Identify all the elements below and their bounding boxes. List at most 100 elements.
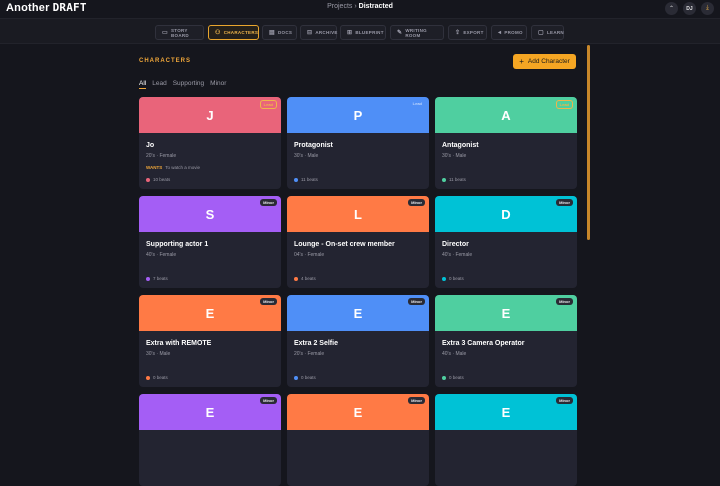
character-card[interactable]: E Minor Extra with REMOTE 30's · Male 0 beat… — [139, 295, 281, 387]
role-badge: Minor — [408, 397, 425, 404]
tab-docs[interactable]: ▤ DOCS — [262, 25, 297, 40]
character-card[interactable]: J Lead Jo 20's · Female WANTS To watch a movi… — [139, 97, 281, 189]
tab-label: ARCHIVE — [315, 30, 338, 35]
card-header: E Minor — [287, 394, 429, 430]
character-card[interactable]: A Lead Antagonist 30's · Male 11 beats — [435, 97, 577, 189]
filter-all[interactable]: All — [139, 80, 147, 89]
tab-label: EXPORT — [463, 30, 484, 35]
character-name: Extra with REMOTE — [146, 340, 212, 347]
add-character-label: Add Character — [527, 58, 570, 65]
card-header: J Lead — [139, 97, 281, 133]
character-name: Protagonist — [294, 142, 333, 149]
tab-icon: ⊞ — [347, 30, 353, 36]
tab-icon: ⊟ — [307, 30, 313, 36]
character-name: Extra 2 Selfie — [294, 340, 338, 347]
tab-label: BLUEPRINT — [355, 30, 384, 35]
tab-label: DOCS — [277, 30, 293, 35]
tab-label: PROMO — [504, 30, 523, 35]
beats-count: 11 beats — [294, 177, 318, 182]
character-card[interactable]: E Minor Extra 2 Selfie 20's · Female 0 beats — [287, 295, 429, 387]
color-dot-icon — [294, 276, 298, 281]
chevron-up-icon: ⌃ — [668, 6, 675, 12]
tab-story-board[interactable]: ▭ STORY BOARD — [155, 25, 204, 40]
character-initial: L — [354, 206, 362, 222]
role-badge: Lead — [259, 100, 277, 109]
tab-label: WRITING ROOM — [405, 27, 427, 38]
scrollbar-thumb[interactable] — [587, 45, 590, 240]
chevron-up-button[interactable]: ⌃ — [665, 2, 678, 15]
section-nav: ▭ STORY BOARD ⚇ CHARACTERS ▤ DOCS ⊟ ARCHIVE ⊞ BLU… — [0, 18, 720, 44]
role-badge: Minor — [556, 298, 573, 305]
character-initial: E — [353, 404, 363, 420]
breadcrumb-current: Distracted — [358, 3, 393, 10]
character-initial: P — [353, 107, 363, 123]
character-name: Extra 3 Camera Operator — [442, 340, 525, 347]
filter-minor[interactable]: Minor — [210, 80, 226, 89]
beats-count: 0 beats — [294, 375, 316, 380]
beats-label: 0 beats — [153, 375, 168, 380]
breadcrumb: Projects › Distracted — [0, 3, 720, 10]
character-name: Lounge - On-set crew member — [294, 241, 395, 248]
character-initial: J — [206, 107, 214, 123]
role-badge: Minor — [556, 397, 573, 404]
beats-count: 10 beats — [146, 177, 170, 182]
user-avatar[interactable]: DJ — [683, 2, 696, 15]
tab-promo[interactable]: ◂ PROMO — [491, 25, 527, 40]
tab-archive[interactable]: ⊟ ARCHIVE — [300, 25, 337, 40]
character-name: Antagonist — [442, 142, 479, 149]
role-badge: Lead — [412, 101, 422, 106]
character-initial: E — [205, 305, 215, 321]
beats-label: 0 beats — [301, 375, 316, 380]
plus-icon: + — [519, 57, 524, 66]
add-character-button[interactable]: + Add Character — [513, 54, 576, 69]
filter-supporting[interactable]: Supporting — [173, 80, 204, 89]
character-name: Supporting actor 1 — [146, 241, 209, 248]
tab-label: LEARN — [546, 30, 564, 35]
character-initial: E — [205, 404, 215, 420]
tab-icon: ✎ — [397, 30, 403, 36]
character-card[interactable]: S Minor Supporting actor 1 40's · Female 7 b… — [139, 196, 281, 288]
color-dot-icon — [294, 177, 298, 182]
role-badge: Minor — [260, 397, 277, 404]
breadcrumb-parent[interactable]: Projects — [327, 3, 352, 10]
card-header: E Minor — [139, 295, 281, 331]
beats-label: 0 beats — [449, 276, 464, 281]
character-card[interactable]: E Minor — [435, 394, 577, 486]
card-header: E Minor — [435, 295, 577, 331]
character-card[interactable]: E Minor — [287, 394, 429, 486]
tab-icon: ⇪ — [455, 30, 461, 36]
beats-count: 0 beats — [442, 276, 464, 281]
character-initial: E — [501, 404, 511, 420]
character-initial: A — [501, 107, 511, 123]
character-meta: 30's · Male — [442, 153, 467, 159]
tab-blueprint[interactable]: ⊞ BLUEPRINT — [340, 25, 386, 40]
tab-characters[interactable]: ⚇ CHARACTERS — [208, 25, 259, 40]
role-badge: Minor — [408, 298, 425, 305]
tab-label: CHARACTERS — [223, 30, 259, 35]
tab-export[interactable]: ⇪ EXPORT — [448, 25, 487, 40]
character-card[interactable]: P Lead Protagonist 30's · Male 11 beats — [287, 97, 429, 189]
tab-learn[interactable]: ▢ LEARN — [531, 25, 564, 40]
character-card[interactable]: E Minor Extra 3 Camera Operator 40's · Male… — [435, 295, 577, 387]
color-dot-icon — [442, 375, 446, 380]
character-card[interactable]: L Minor Lounge - On-set crew member 04's · … — [287, 196, 429, 288]
role-badge: Minor — [556, 199, 573, 206]
character-initial: E — [353, 305, 363, 321]
card-header: P Lead — [287, 97, 429, 133]
beats-count: 0 beats — [146, 375, 168, 380]
card-header: E Minor — [139, 394, 281, 430]
tab-writing-room[interactable]: ✎ WRITING ROOM — [390, 25, 444, 40]
tab-icon: ▤ — [269, 30, 275, 36]
characters-page: CHARACTERS + Add Character All Lead Suppor… — [0, 45, 720, 486]
card-header: S Minor — [139, 196, 281, 232]
character-meta: 04's · Female — [294, 252, 325, 258]
tab-icon: ▢ — [538, 30, 544, 36]
beats-label: 7 beats — [153, 276, 168, 281]
filter-lead[interactable]: Lead — [152, 80, 166, 89]
want-label: WANTS — [146, 165, 163, 170]
character-card[interactable]: E Minor — [139, 394, 281, 486]
avatar-initials: DJ — [686, 5, 693, 12]
download-button[interactable]: ⤓ — [701, 2, 714, 15]
character-card[interactable]: D Minor Director 40's · Female 0 beats — [435, 196, 577, 288]
role-badge: Lead — [555, 100, 573, 109]
